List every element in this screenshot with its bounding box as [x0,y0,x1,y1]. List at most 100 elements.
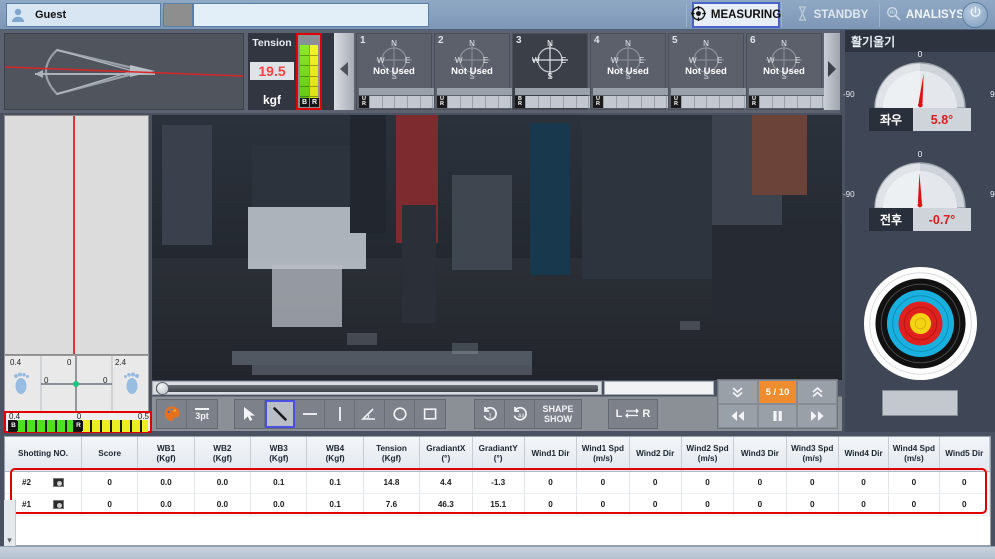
col-wind2-spd[interactable]: Wind2 Spd (m/s) [681,437,735,472]
bow-tilt-sidebar: 활기울기 0 -90 90 좌우 5.8° 0 [843,30,995,432]
wind-pod-3[interactable]: 3 N SW E BR [512,33,601,110]
cell-wb1: 0.0 [137,471,195,494]
power-button[interactable] [962,2,988,28]
cell-value: -1.3 [491,477,506,487]
pause-button[interactable] [757,404,798,428]
top-square-button[interactable] [163,3,193,27]
chevron-down-icon[interactable]: ▾ [7,534,12,546]
mode-button-analisys[interactable]: ANALISYS [882,2,968,28]
col-gradiantx[interactable]: GradiantX (°) [419,437,473,472]
col-wind4-spd[interactable]: Wind4 Spd (m/s) [888,437,940,472]
wind-pod-5[interactable]: 5 NSWE Not Used UR [668,33,757,110]
tool-rectangle[interactable] [415,400,445,428]
col-wind3-dir[interactable]: Wind3 Dir [733,437,787,472]
col-wind2-dir[interactable]: Wind2 Dir [629,437,682,472]
svg-text:W: W [377,56,385,65]
pods-prev-button[interactable] [334,33,354,110]
gauge-name-fb: 전후 [869,208,913,231]
timeline-extension[interactable] [604,381,714,395]
color-palette-button[interactable] [157,400,187,428]
cell-value: 0 [548,499,553,509]
wind-pod-4[interactable]: 4 NSWE Not Used UR [590,33,679,110]
tension-label: Tension [252,37,292,49]
col-gradianty[interactable]: GradiantY (°) [472,437,525,472]
col-wb4[interactable]: WB4 (Kgf) [306,437,364,472]
tool-circle[interactable] [385,400,415,428]
col-wind4-dir[interactable]: Wind4 Dir [838,437,890,472]
timeline-track[interactable] [156,381,598,395]
table-scrollbar[interactable]: ▾ [4,500,16,546]
archery-target-face[interactable] [863,266,978,381]
frame-counter[interactable]: 5 / 10 [757,380,798,404]
undo-one-button[interactable]: 1 [475,400,505,428]
svg-text:N: N [703,39,709,48]
cell-value: 0.0 [160,499,172,509]
cell-score: 0 [81,493,139,516]
cell-wb4: 0.1 [306,471,364,494]
col-score[interactable]: Score [81,437,139,472]
table-row[interactable]: #1 0 0.0 0.0 0.0 0.1 7.6 46.3 15.1 0 0 0 [5,493,990,516]
mode-button-standby[interactable]: STANDBY [783,2,881,28]
target-info-plate[interactable] [882,390,958,416]
gauge-top-label: 0 [917,49,923,59]
wind-pod-status: Not Used [607,66,649,77]
top-bar: Guest MEASURING STANDBY ANALISYS [0,0,995,30]
col-label: Wind1 Dir [531,448,570,458]
shape-show-button[interactable]: SHAPE SHOW [535,400,581,428]
top-text-field[interactable] [193,3,429,27]
tool-vertical-line[interactable] [325,400,355,428]
cell-score: 0 [81,471,139,494]
tool-angle[interactable] [355,400,385,428]
power-icon [969,6,982,24]
cell-value: 0 [652,499,658,509]
col-wb2[interactable]: WB2 (Kgf) [194,437,252,472]
step-up-button[interactable] [797,380,837,404]
svg-text:W: W [689,56,697,65]
tool-pointer[interactable] [235,400,265,428]
timeline-knob[interactable] [156,381,169,395]
col-label: Wind2 Spd (m/s) [686,443,729,463]
tool-horizontal-line[interactable] [295,400,325,428]
col-tension[interactable]: Tension (Kgf) [363,437,421,472]
photo-thumb-icon[interactable] [53,477,65,487]
mode-button-measuring[interactable]: MEASURING [690,2,781,28]
wind-pod-2[interactable]: 2 NSWE Not Used UR [434,33,523,110]
step-down-button[interactable] [718,380,758,404]
cell-wind1-dir: 0 [524,471,578,494]
three-point-button[interactable]: 3pt [187,400,217,428]
col-wind3-spd[interactable]: Wind3 Spd (m/s) [786,437,839,472]
col-wb3[interactable]: WB3 (Kgf) [250,437,308,472]
rewind-button[interactable] [718,404,758,428]
hourglass-icon [796,6,809,24]
cell-wind2-spd: 0 [681,471,735,494]
table-row[interactable]: #2 0 0.0 0.0 0.1 0.1 14.8 4.4 -1.3 0 0 0 [5,471,990,494]
fast-forward-button[interactable] [797,404,837,428]
cell-wind1-spd: 0 [576,471,630,494]
user-field[interactable]: Guest [6,3,161,27]
chart-center-line [73,116,75,354]
undo-all-button[interactable]: All [505,400,535,428]
timeline-slider[interactable] [152,381,602,395]
undo-all-icon: All [513,406,527,421]
tool-diagonal-line[interactable] [265,400,295,428]
col-wind5-dir[interactable]: Wind5 Dir [939,437,990,472]
divider [686,3,687,27]
shot-data-table[interactable]: Shotting NO. Score WB1 (Kgf) WB2 (Kgf) WB3… [4,436,991,546]
col-shotting-no[interactable]: Shotting NO. [5,437,82,472]
svg-text:S: S [547,72,552,81]
cell-value: 0 [757,477,763,487]
col-label: Wind4 Dir [844,448,883,458]
cell-wind5-dir: 0 [939,493,990,516]
col-wind1-spd[interactable]: Wind1 Spd (m/s) [576,437,630,472]
photo-thumb-icon[interactable] [53,499,65,509]
cell-gradianty: -1.3 [472,471,525,494]
lr-swap-button[interactable]: L R [608,399,658,429]
wind-pod-6[interactable]: 6 NSWE Not Used UR [746,33,835,110]
video-preview[interactable] [152,115,842,380]
cell-tension: 7.6 [363,493,421,516]
cursor-arrow-icon [244,407,255,421]
col-wind1-dir[interactable]: Wind1 Dir [524,437,578,472]
col-wb1[interactable]: WB1 (Kgf) [137,437,195,472]
wind-pod-1[interactable]: 1 NSWE Not Used UR [356,33,445,110]
pods-next-button[interactable] [824,33,840,110]
